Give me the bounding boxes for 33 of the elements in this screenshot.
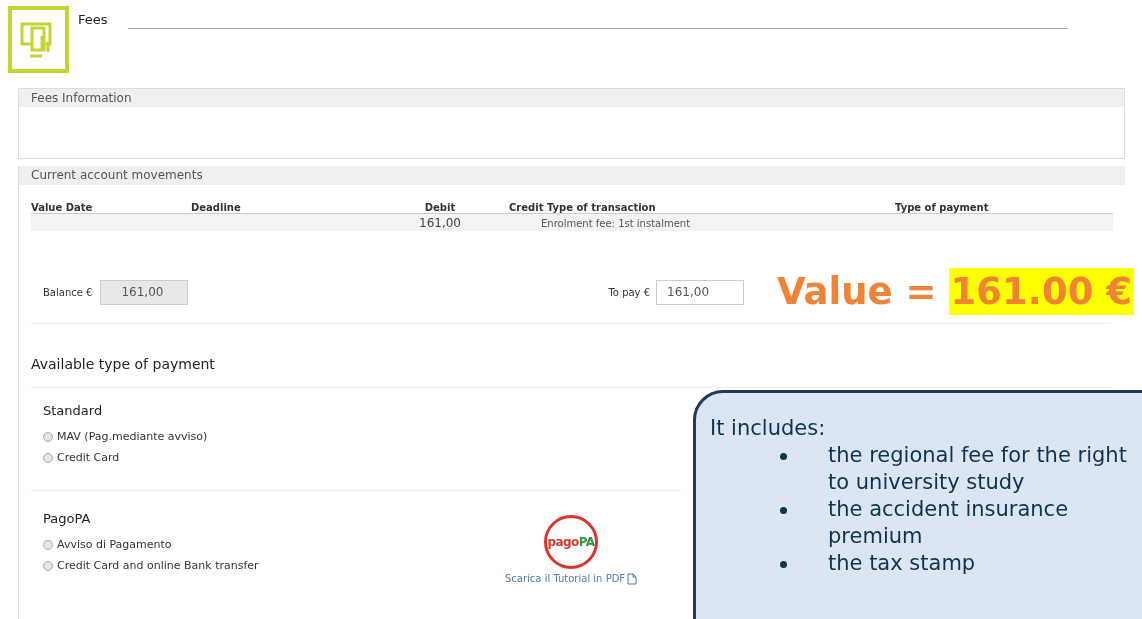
group-title: PagoPA <box>43 510 92 528</box>
column-header: Credit Type of transaction <box>508 201 657 215</box>
column-header: Debit <box>424 201 456 215</box>
radio-option[interactable]: MAV (Pag.mediante avviso) <box>43 426 208 448</box>
balance-field: 161,00 <box>100 279 189 305</box>
callout-text: It includes: <box>710 415 827 442</box>
column-header: Value Date <box>31 201 94 215</box>
column-header: Type of payment <box>895 201 990 215</box>
value-label: Value = <box>777 269 937 315</box>
pagopa-logo: pagoPA <box>544 515 599 569</box>
field-label: Balance € <box>43 285 93 300</box>
radio-option[interactable]: Credit Card and online Bank transfer <box>43 555 259 577</box>
to-pay-field[interactable]: 161,00 <box>656 279 745 305</box>
radio-button[interactable] <box>43 453 53 463</box>
radio-button[interactable] <box>43 432 53 442</box>
page-title: Fees <box>78 11 108 29</box>
radio-option[interactable]: Avviso di Pagamento <box>43 534 172 556</box>
panel-header: Current account movements <box>19 166 1125 185</box>
card-payment-icon <box>8 6 69 73</box>
table-cell-text: 161,00 <box>419 215 461 232</box>
radio-option[interactable]: Credit Card <box>43 447 120 469</box>
field-label: To pay € <box>608 285 651 300</box>
group-title: Standard <box>43 402 104 420</box>
radio-button[interactable] <box>43 561 53 571</box>
section-title: Available type of payment <box>31 355 216 374</box>
pdf-icon <box>627 572 638 585</box>
radio-button[interactable] <box>43 540 53 550</box>
panel-header: Fees Information <box>19 89 1124 107</box>
bullet-item: the tax stamp <box>710 550 1142 577</box>
column-header: Deadline <box>191 201 242 215</box>
table-cell-text: Enrolment fee: 1st instalment <box>540 216 692 231</box>
tutorial-link[interactable]: Scarica il Tutorial in PDF <box>505 571 638 586</box>
value-amount: 161.00 € <box>948 268 1134 315</box>
